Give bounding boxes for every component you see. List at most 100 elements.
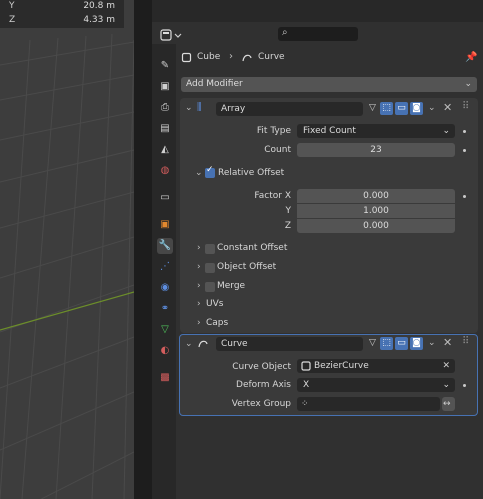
render-toggle-button[interactable]: ◙ bbox=[410, 102, 423, 115]
chevron-down-icon: ⌄ bbox=[464, 79, 472, 89]
keyframe-dot-icon[interactable] bbox=[463, 195, 466, 198]
render-toggle-button[interactable]: ◙ bbox=[410, 337, 423, 350]
tab-collection[interactable]: ▭ bbox=[157, 190, 173, 206]
collapse-chevron-icon[interactable]: ⌄ bbox=[195, 168, 203, 178]
edit-mode-cage-icon[interactable]: ▽ bbox=[366, 102, 379, 115]
object-icon: ▣ bbox=[160, 219, 170, 230]
tab-world[interactable]: ◍ bbox=[157, 163, 173, 179]
tab-texture[interactable]: ▩ bbox=[157, 370, 173, 386]
deform-axis-value: X bbox=[303, 380, 310, 390]
factor-x-label: Factor X bbox=[254, 191, 291, 201]
edit-mode-cage-icon[interactable]: ▽ bbox=[366, 337, 379, 350]
fit-type-dropdown[interactable]: Fixed Count ⌄ bbox=[297, 124, 455, 138]
physics-icon: ◉ bbox=[160, 282, 170, 293]
keyframe-dot-icon[interactable] bbox=[463, 384, 466, 387]
tab-particles[interactable]: ⋰ bbox=[157, 259, 173, 275]
properties-editor-icon bbox=[160, 29, 182, 41]
merge-checkbox[interactable] bbox=[205, 282, 215, 292]
3d-viewport[interactable]: Y 20.8 m Z 4.33 m bbox=[0, 0, 134, 499]
readout-value[interactable]: 4.33 m bbox=[83, 15, 115, 25]
viewport-display-button[interactable]: ▭ bbox=[395, 102, 408, 115]
curve-object-label: Curve Object bbox=[232, 362, 291, 372]
add-modifier-dropdown[interactable]: Add Modifier ⌄ bbox=[181, 77, 477, 92]
delete-modifier-icon[interactable]: ✕ bbox=[443, 336, 452, 349]
chevron-right-icon: › bbox=[197, 318, 201, 328]
factor-x-field[interactable]: 0.000 bbox=[297, 189, 455, 203]
tab-tool[interactable]: ✎ bbox=[157, 58, 173, 74]
deform-axis-dropdown[interactable]: X ⌄ bbox=[297, 378, 455, 392]
count-field[interactable]: 23 bbox=[297, 143, 455, 157]
readout-value[interactable]: 20.8 m bbox=[83, 1, 115, 11]
curve-name: Curve bbox=[221, 339, 248, 349]
subpanel-label: Constant Offset bbox=[217, 243, 288, 253]
curve-modifier-icon bbox=[242, 54, 252, 62]
array-modifier-icon: ⫼ bbox=[197, 102, 202, 113]
subpanel-label: Object Offset bbox=[217, 262, 277, 272]
readout-row-z: Z 4.33 m bbox=[0, 14, 124, 28]
tab-view-layer[interactable]: ▤ bbox=[157, 121, 173, 137]
clear-field-icon[interactable]: ✕ bbox=[442, 359, 450, 373]
subpanel-constant-offset[interactable]: › Constant Offset bbox=[180, 241, 478, 257]
viewport-display-button[interactable]: ▭ bbox=[395, 337, 408, 350]
tab-output[interactable]: ⎙ bbox=[157, 100, 173, 116]
curve-name-field[interactable]: Curve bbox=[216, 337, 363, 351]
search-input[interactable]: ⌕ bbox=[278, 27, 358, 41]
drag-handle-icon[interactable]: ⠿ bbox=[462, 336, 469, 347]
vertex-group-field[interactable]: ⁘ bbox=[297, 397, 440, 411]
keyframe-dot-icon[interactable] bbox=[463, 130, 466, 133]
area-divider[interactable] bbox=[134, 0, 152, 499]
modifier-options-chevron-icon[interactable]: ⌄ bbox=[428, 338, 436, 348]
tool-icon: ✎ bbox=[160, 60, 170, 71]
view-layer-icon: ▤ bbox=[160, 123, 170, 134]
curve-object-field[interactable]: BezierCurve ✕ bbox=[297, 359, 455, 373]
chevron-right-icon: › bbox=[197, 243, 201, 253]
collection-icon: ▭ bbox=[160, 192, 170, 203]
render-icon: ▣ bbox=[160, 81, 170, 92]
constant-offset-checkbox[interactable] bbox=[205, 244, 215, 254]
subpanel-uvs[interactable]: › UVs bbox=[180, 297, 478, 313]
keyframe-dot-icon[interactable] bbox=[463, 149, 466, 152]
tab-scene[interactable]: ◭ bbox=[157, 142, 173, 158]
factor-y-label: Y bbox=[285, 206, 292, 216]
tab-data[interactable]: ▽ bbox=[157, 322, 173, 338]
tab-constraints[interactable]: ⚭ bbox=[157, 301, 173, 317]
tab-modifiers[interactable]: 🔧 bbox=[157, 238, 173, 254]
editor-type-button[interactable] bbox=[160, 28, 182, 42]
pin-icon[interactable]: 📌 bbox=[465, 52, 477, 63]
tab-render[interactable]: ▣ bbox=[157, 79, 173, 95]
drag-handle-icon[interactable]: ⠿ bbox=[462, 101, 469, 112]
tab-physics[interactable]: ◉ bbox=[157, 280, 173, 296]
collapse-chevron-icon[interactable]: ⌄ bbox=[185, 103, 193, 113]
output-icon: ⎙ bbox=[161, 102, 169, 113]
factor-z-field[interactable]: 0.000 bbox=[297, 219, 455, 233]
subpanel-caps[interactable]: › Caps bbox=[180, 316, 478, 332]
relative-offset-checkbox[interactable] bbox=[205, 165, 215, 178]
array-name-field[interactable]: Array bbox=[216, 102, 363, 116]
chevron-right-icon: › bbox=[197, 281, 201, 291]
tab-material[interactable]: ◐ bbox=[157, 343, 173, 359]
curve-modifier-icon bbox=[198, 340, 208, 348]
world-icon: ◍ bbox=[160, 165, 170, 176]
curve-data-icon: ▽ bbox=[161, 324, 169, 335]
invert-vertex-group-button[interactable]: ↔ bbox=[442, 397, 455, 411]
breadcrumb-object: Cube bbox=[197, 52, 221, 62]
transform-readout: Y 20.8 m Z 4.33 m bbox=[0, 0, 124, 28]
collapse-chevron-icon[interactable]: ⌄ bbox=[185, 339, 193, 349]
modifier-options-chevron-icon[interactable]: ⌄ bbox=[428, 103, 436, 113]
factor-y-field[interactable]: 1.000 bbox=[297, 204, 455, 218]
subpanel-merge[interactable]: › Merge bbox=[180, 279, 478, 295]
delete-modifier-icon[interactable]: ✕ bbox=[443, 101, 452, 114]
texture-icon: ▩ bbox=[160, 372, 170, 383]
wrench-icon: 🔧 bbox=[158, 240, 172, 251]
subpanel-object-offset[interactable]: › Object Offset bbox=[180, 260, 478, 276]
edit-mode-button[interactable]: ⬚ bbox=[380, 102, 393, 115]
vertex-group-icon: ⁘ bbox=[301, 399, 309, 409]
chevron-right-icon: › bbox=[197, 262, 201, 272]
edit-mode-button[interactable]: ⬚ bbox=[380, 337, 393, 350]
constraints-icon: ⚭ bbox=[160, 303, 170, 314]
count-value: 23 bbox=[370, 145, 382, 155]
factor-y-value: 1.000 bbox=[363, 206, 389, 216]
fit-type-label: Fit Type bbox=[256, 126, 291, 136]
object-offset-checkbox[interactable] bbox=[205, 263, 215, 273]
tab-object[interactable]: ▣ bbox=[157, 217, 173, 233]
